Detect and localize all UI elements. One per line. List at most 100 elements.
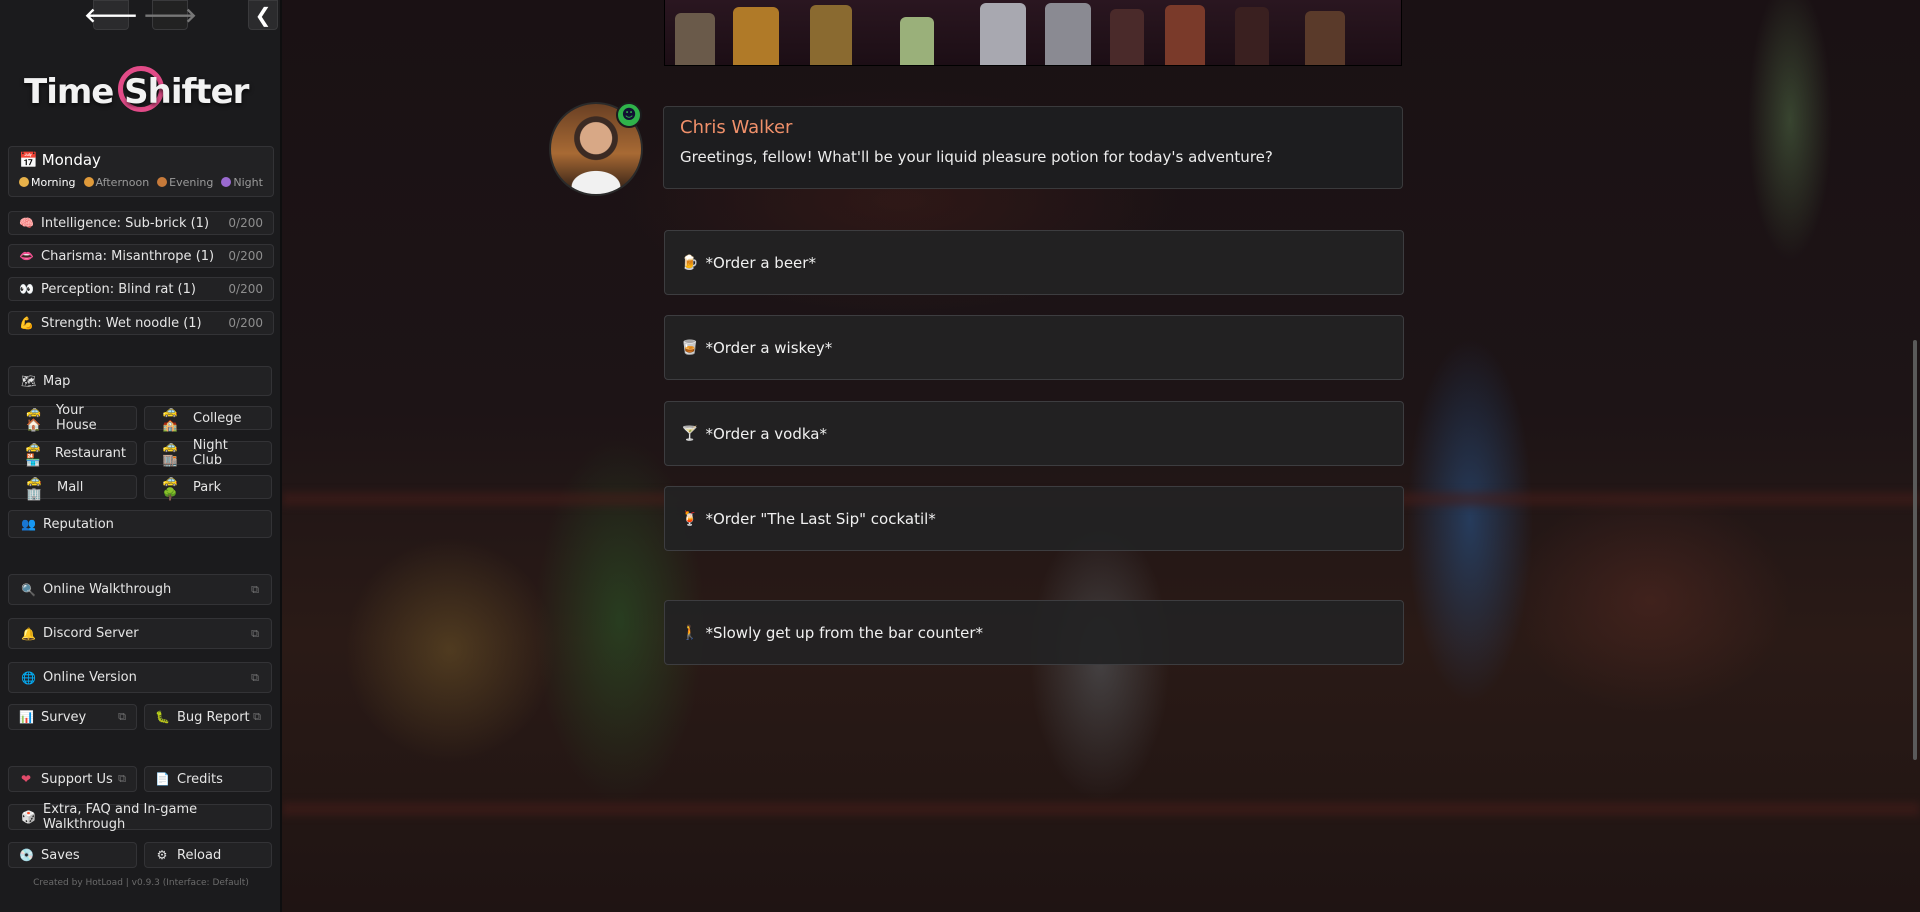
globe-icon: 🌐 — [21, 670, 36, 685]
speaker-name: Chris Walker — [680, 117, 793, 138]
bug-report-link[interactable]: 🐛 Bug Report ⧉ — [144, 704, 272, 730]
location-label: Park — [193, 479, 222, 495]
bottle — [1305, 11, 1345, 65]
location-label: Restaurant — [54, 445, 126, 461]
chart-icon: 📊 — [19, 710, 34, 724]
choice-order-whiskey[interactable]: 🥃 *Order a wiskey* — [664, 315, 1404, 380]
bottle — [1110, 9, 1144, 65]
location-label: Mall — [57, 479, 84, 495]
beer-icon: 🍺 — [681, 254, 699, 271]
saves-button[interactable]: 💿 Saves — [8, 842, 137, 868]
tropical-drink-icon: 🍹 — [681, 510, 699, 527]
time-evening: Evening — [157, 176, 213, 189]
stat-label: Strength: Wet noodle (1) — [41, 315, 202, 331]
map-button[interactable]: 🗺 Map — [8, 366, 272, 396]
extra-faq-button[interactable]: 🎲 Extra, FAQ and In-game Walkthrough — [8, 802, 272, 832]
scrollbar[interactable] — [1913, 340, 1917, 760]
stat-perception[interactable]: 👀 Perception: Blind rat (1) 0/200 — [8, 277, 274, 301]
link-label: Survey — [41, 709, 87, 725]
arrow-right-icon: 🡒 — [143, 3, 197, 27]
document-icon: 📄 — [155, 772, 170, 786]
location-park[interactable]: 🚕 🌳 Park — [144, 473, 272, 501]
external-link-icon: ⧉ — [118, 710, 126, 723]
stat-value: 0/200 — [228, 249, 263, 263]
collapse-sidebar-button[interactable]: ❮ — [248, 0, 278, 30]
location-label: College — [193, 410, 242, 426]
dialog-text: Greetings, fellow! What'll be your liqui… — [680, 148, 1273, 166]
location-mall[interactable]: 🚕 🏢 Mall — [8, 473, 137, 501]
heart-icon: ❤ — [20, 772, 32, 786]
bottle — [810, 5, 852, 65]
day-panel: 📅 Monday Morning Afternoon Evening Night — [8, 146, 274, 197]
survey-link[interactable]: 📊 Survey ⧉ — [8, 704, 137, 730]
link-label: Bug Report — [177, 709, 250, 725]
cocktail-glass-icon: 🍸 — [681, 425, 699, 442]
map-icon: 🗺 — [21, 374, 37, 388]
lips-icon: 👄 — [19, 248, 34, 263]
bug-icon: 🐛 — [155, 710, 170, 724]
location-night-club[interactable]: 🚕 🏬 Night Club — [144, 438, 272, 468]
external-link-icon: ⧉ — [253, 710, 261, 723]
forward-button[interactable]: 🡒 — [143, 0, 197, 30]
bottle — [900, 17, 934, 65]
time-night: Night — [221, 176, 263, 189]
taxi-office-icon: 🚕 🏢 — [26, 473, 42, 501]
time-morning: Morning — [19, 176, 76, 189]
taxi-building-icon: 🚕 🏬 — [162, 439, 178, 467]
taxi-store-icon: 🚕 🏪 — [25, 439, 41, 467]
scene-banner-image — [664, 0, 1402, 66]
choice-order-last-sip[interactable]: 🍹 *Order "The Last Sip" cockatil* — [664, 486, 1404, 551]
stat-value: 0/200 — [228, 282, 263, 296]
reload-button[interactable]: ⚙ Reload — [144, 842, 272, 868]
choice-order-vodka[interactable]: 🍸 *Order a vodka* — [664, 401, 1404, 466]
stat-strength[interactable]: 💪 Strength: Wet noodle (1) 0/200 — [8, 311, 274, 335]
bottle — [1235, 7, 1269, 65]
choice-order-beer[interactable]: 🍺 *Order a beer* — [664, 230, 1404, 295]
location-your-house[interactable]: 🚕 🏠 Your House — [8, 403, 137, 433]
external-link-icon: ⧉ — [251, 626, 259, 640]
bottle — [1165, 5, 1205, 65]
shelf — [282, 802, 1920, 816]
game-logo: Time Shifter — [22, 66, 262, 118]
choice-text: *Order "The Last Sip" cockatil* — [705, 509, 936, 528]
day-name: Monday — [41, 151, 101, 169]
taxi-school-icon: 🚕 🏫 — [162, 404, 178, 432]
reputation-label: Reputation — [43, 516, 114, 532]
reputation-button[interactable]: 👥 Reputation — [8, 510, 272, 538]
walking-person-icon: 🚶 — [681, 624, 699, 641]
choice-text: *Order a vodka* — [705, 424, 827, 443]
magnifier-icon: 🔍 — [21, 582, 36, 597]
back-button[interactable]: 🡐 — [84, 0, 138, 30]
mood-happy-icon: ☻ — [616, 102, 642, 128]
taxi-tree-icon: 🚕 🌳 — [162, 473, 178, 501]
taxi-house-icon: 🚕 🏠 — [25, 404, 41, 432]
dialog-box: Chris Walker Greetings, fellow! What'll … — [663, 106, 1403, 189]
link-label: Online Walkthrough — [43, 582, 172, 597]
choice-text: *Slowly get up from the bar counter* — [705, 623, 984, 642]
gear-icon: ⚙ — [156, 848, 168, 862]
location-restaurant[interactable]: 🚕 🏪 Restaurant — [8, 439, 137, 467]
location-label: Your House — [55, 403, 97, 433]
credits-button[interactable]: 📄 Credits — [144, 766, 272, 792]
people-icon: 👥 — [21, 517, 36, 531]
choice-leave-bar[interactable]: 🚶 *Slowly get up from the bar counter* — [664, 600, 1404, 665]
stat-intelligence[interactable]: 🧠 Intelligence: Sub-brick (1) 0/200 — [8, 211, 274, 235]
saves-label: Saves — [41, 847, 80, 863]
location-college[interactable]: 🚕 🏫 College — [144, 404, 272, 432]
stat-label: Perception: Blind rat (1) — [41, 281, 196, 297]
support-us-link[interactable]: ❤ Support Us ⧉ — [8, 766, 137, 792]
stat-charisma[interactable]: 👄 Charisma: Misanthrope (1) 0/200 — [8, 244, 274, 268]
location-label: Night Club — [192, 438, 228, 468]
bottle — [733, 7, 779, 65]
disc-icon: 💿 — [19, 848, 34, 862]
map-label: Map — [43, 373, 71, 389]
discord-server-link[interactable]: 🔔 Discord Server ⧉ — [8, 618, 272, 649]
brain-icon: 🧠 — [19, 215, 34, 230]
stat-value: 0/200 — [228, 316, 263, 330]
online-walkthrough-link[interactable]: 🔍 Online Walkthrough ⧉ — [8, 574, 272, 605]
time-afternoon: Afternoon — [83, 176, 149, 189]
online-version-link[interactable]: 🌐 Online Version ⧉ — [8, 662, 272, 693]
dice-icon: 🎲 — [21, 810, 36, 824]
whiskey-icon: 🥃 — [681, 339, 699, 356]
calendar-icon: 📅 — [19, 151, 38, 169]
